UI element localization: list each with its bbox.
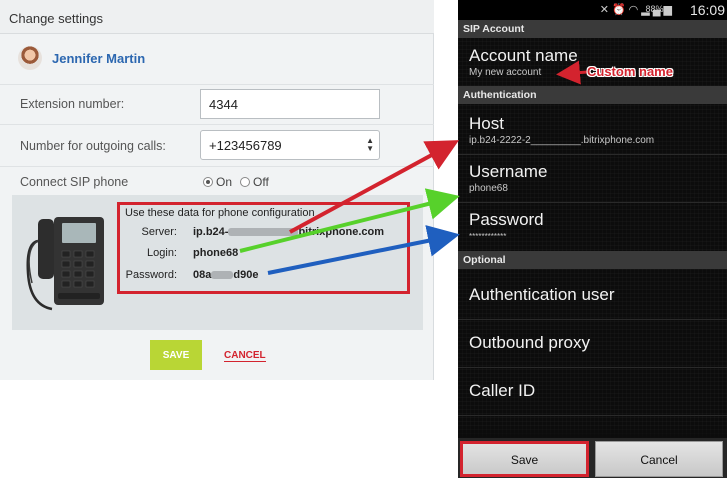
- account-name-value: My new account: [469, 67, 542, 78]
- battery-icon: 88% ▮: [645, 4, 671, 14]
- outgoing-number-select[interactable]: +123456789 ▲ ▼: [200, 130, 380, 160]
- dialog-title: Change settings: [0, 0, 434, 34]
- password-masked: ************: [469, 232, 507, 241]
- user-name-link[interactable]: Jennifer Martin: [52, 51, 145, 66]
- radio-off-label: Off: [253, 175, 269, 189]
- user-row: Jennifer Martin: [18, 45, 145, 71]
- config-highlight-box: [117, 202, 410, 294]
- divider: [458, 154, 727, 155]
- section-sip-account: SIP Account: [458, 20, 727, 38]
- radio-on-label: On: [216, 175, 233, 189]
- divider: [0, 84, 434, 85]
- alarm-icon: ⏰: [611, 4, 629, 16]
- host-value: ip.b24-2222-2_________.bitrixphone.com: [469, 135, 655, 146]
- username-title: Username: [469, 162, 548, 181]
- avatar: [18, 46, 42, 70]
- cancel-button[interactable]: CANCEL: [224, 350, 266, 362]
- wifi-icon: ◠: [628, 4, 642, 16]
- divider: [458, 319, 727, 320]
- extension-label: Extension number:: [20, 97, 125, 111]
- divider: [458, 202, 727, 203]
- connect-sip-radio-group: On Off: [203, 175, 277, 189]
- divider: [458, 415, 727, 416]
- pref-caller-id[interactable]: Caller ID: [469, 381, 535, 401]
- status-bar: ✕⏰◠▂▄▆ 88% ▮ 16:09: [458, 0, 727, 20]
- save-highlight-box: [460, 441, 589, 477]
- divider: [0, 166, 434, 167]
- select-arrows-icon: ▲ ▼: [366, 136, 374, 153]
- outgoing-number-value: +123456789: [209, 138, 282, 153]
- host-title: Host: [469, 114, 504, 133]
- divider: [0, 124, 434, 125]
- account-name-title: Account name: [469, 46, 578, 65]
- screenshot: Change settings Jennifer Martin Extensio…: [0, 0, 727, 478]
- password-title: Password: [469, 210, 544, 229]
- section-authentication: Authentication: [458, 86, 727, 104]
- divider: [458, 367, 727, 368]
- outgoing-number-label: Number for outgoing calls:: [20, 139, 166, 153]
- pref-outbound-proxy[interactable]: Outbound proxy: [469, 333, 590, 353]
- radio-on[interactable]: [203, 177, 213, 187]
- battery-level: 88%: [645, 4, 664, 14]
- android-cancel-button[interactable]: Cancel: [595, 441, 723, 477]
- username-value: phone68: [469, 183, 508, 194]
- ip-phone-icon: [26, 217, 104, 311]
- extension-input[interactable]: 4344: [200, 89, 380, 119]
- radio-off[interactable]: [240, 177, 251, 187]
- clock: 16:09: [689, 2, 725, 18]
- connect-sip-label: Connect SIP phone: [20, 175, 129, 189]
- pref-authentication-user[interactable]: Authentication user: [469, 285, 615, 305]
- section-optional: Optional: [458, 251, 727, 269]
- change-settings-dialog: Change settings Jennifer Martin Extensio…: [0, 0, 434, 380]
- mute-icon: ✕: [599, 4, 612, 16]
- save-button[interactable]: SAVE: [150, 340, 202, 370]
- custom-name-annotation: Custom name: [587, 64, 673, 79]
